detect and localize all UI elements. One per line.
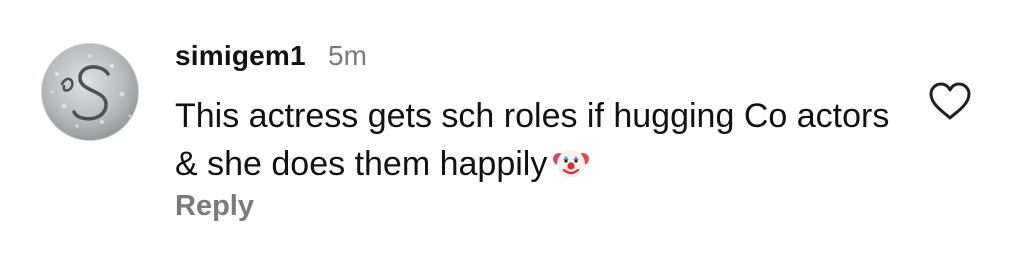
- username[interactable]: simigem1: [175, 40, 306, 72]
- avatar[interactable]: [41, 43, 139, 141]
- reply-button[interactable]: Reply: [175, 190, 254, 223]
- clown-face-icon: [553, 145, 590, 181]
- like-button[interactable]: [927, 80, 973, 122]
- comment-text: This actress gets sch roles if hugging C…: [175, 92, 895, 188]
- comment-body: This actress gets sch roles if hugging C…: [175, 97, 890, 183]
- heart-outline-icon: [929, 82, 971, 120]
- timestamp: 5m: [328, 40, 367, 71]
- comment-item: simigem1 5m This actress gets sch roles …: [0, 0, 1024, 254]
- avatar-image: [42, 44, 138, 140]
